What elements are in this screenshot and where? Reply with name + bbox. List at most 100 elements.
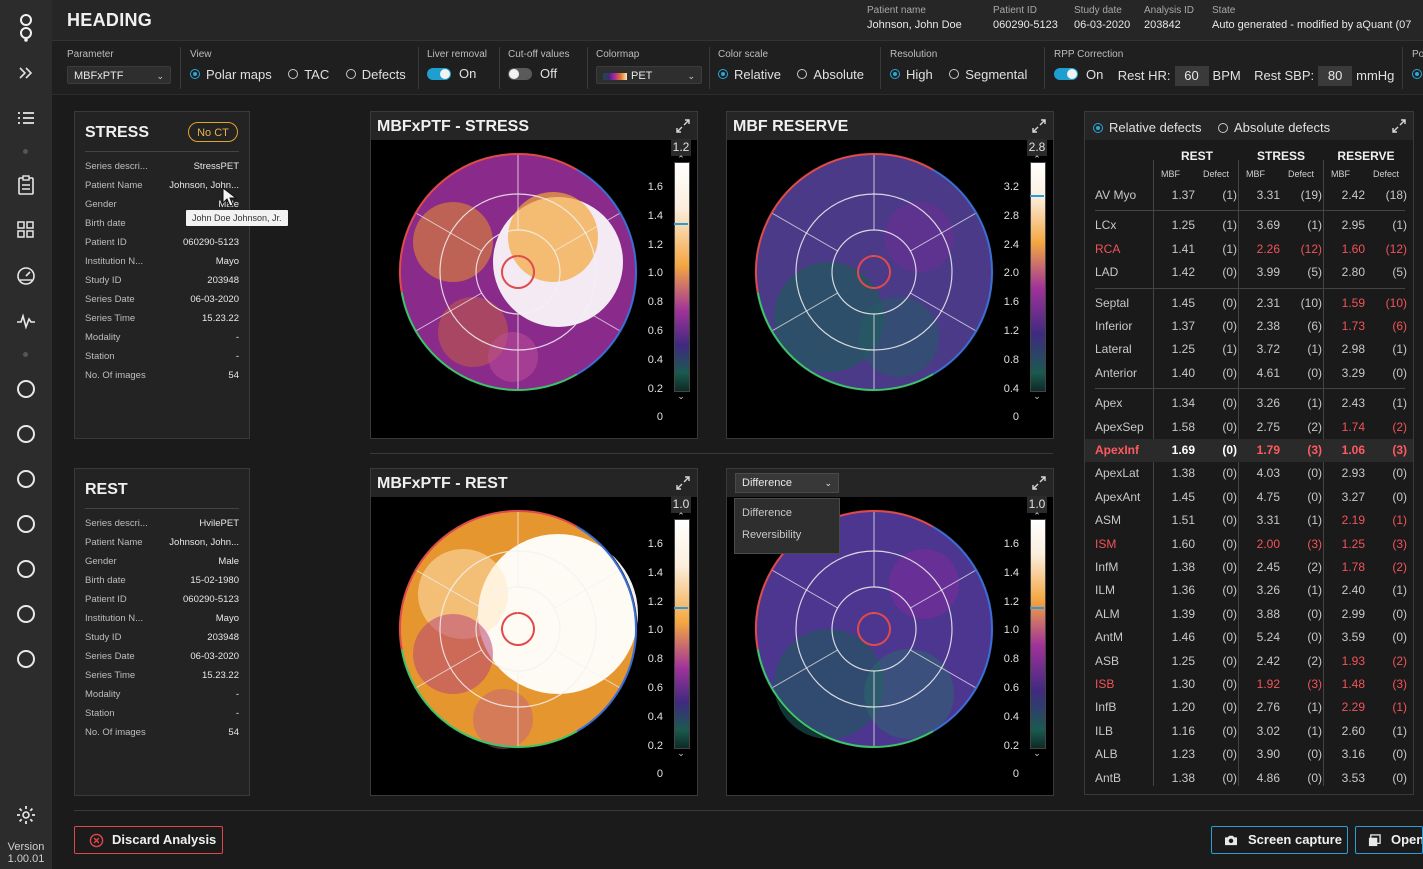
empty-slot-icon[interactable] [17, 470, 35, 488]
defect-table-row[interactable]: ApexAnt 1.45 (0) 4.75 (0) 3.27 (0) [1085, 486, 1413, 509]
color-scale-marker[interactable] [674, 606, 688, 609]
reserve-polar-map[interactable] [749, 147, 999, 397]
gear-icon[interactable] [16, 805, 36, 825]
no-ct-badge[interactable]: No CT [188, 122, 238, 142]
defect-table-row[interactable]: ApexInf 1.69 (0) 1.79 (3) 1.06 (3) [1085, 439, 1413, 462]
stress-color-scale[interactable]: 1.2 ⌃ ⌄ [671, 139, 691, 406]
parameter-select[interactable]: MBFxPTF ⌄ [67, 66, 171, 84]
rest-sbp-unit: mmHg [1356, 68, 1395, 83]
defect-value: (0) [1392, 747, 1407, 762]
defect-table-row[interactable]: ILB 1.16 (0) 3.02 (1) 2.60 (1) [1085, 720, 1413, 743]
defect-table-row[interactable]: LAD 1.42 (0) 3.99 (5) 2.80 (5) [1085, 261, 1413, 284]
defect-table-row[interactable]: Anterior 1.40 (0) 4.61 (0) 3.29 (0) [1085, 362, 1413, 385]
resolution-high-radio[interactable]: High [890, 67, 933, 82]
rest-hr-input[interactable]: 60 [1174, 66, 1209, 86]
defect-table-row[interactable]: ASB 1.25 (0) 2.42 (2) 1.93 (2) [1085, 650, 1413, 673]
defect-table-row[interactable]: LCx 1.25 (1) 3.69 (1) 2.95 (1) [1085, 214, 1413, 237]
chevron-down-icon[interactable]: ⌄ [671, 391, 691, 402]
chevron-up-icon[interactable]: ⌃ [671, 154, 691, 165]
menu-item-reversibility[interactable]: Reversibility [735, 524, 839, 546]
defect-table-row[interactable]: ISM 1.60 (0) 2.00 (3) 1.25 (3) [1085, 533, 1413, 556]
defect-value: (0) [1222, 419, 1237, 434]
mbf-value: 2.76 [1256, 700, 1280, 715]
stress-polar-map[interactable] [393, 147, 643, 397]
expand-icon[interactable] [675, 475, 691, 491]
chevron-up-icon[interactable]: ⌃ [1027, 154, 1047, 165]
defect-table-row[interactable]: ApexSep 1.58 (0) 2.75 (2) 1.74 (2) [1085, 416, 1413, 439]
empty-slot-icon[interactable] [17, 515, 35, 533]
expand-sidebar-icon[interactable] [16, 63, 36, 83]
info-value: 54 [228, 370, 239, 381]
defect-table-row[interactable]: Septal 1.45 (0) 2.31 (10) 1.59 (10) [1085, 292, 1413, 315]
rest-polar-map[interactable] [393, 504, 643, 754]
discard-analysis-button[interactable]: Discard Analysis [74, 826, 223, 854]
clipboard-icon[interactable] [16, 175, 36, 195]
open-button[interactable]: Open [1355, 826, 1423, 854]
color-scale-relative-radio[interactable]: Relative [718, 67, 781, 82]
chevron-down-icon[interactable]: ⌄ [1027, 748, 1047, 759]
subheader-defect: Defect [1288, 169, 1315, 179]
dashboard-icon[interactable] [16, 266, 36, 286]
colorbar-tick-label: 1.2 [1003, 325, 1019, 337]
list-icon[interactable] [16, 108, 36, 128]
defect-table-row[interactable]: Apex 1.34 (0) 3.26 (1) 2.43 (1) [1085, 392, 1413, 415]
defect-table-row[interactable]: RCA 1.41 (1) 2.26 (12) 1.60 (12) [1085, 238, 1413, 261]
relative-defects-radio[interactable]: Relative defects [1093, 120, 1202, 135]
empty-slot-icon[interactable] [17, 380, 35, 398]
expand-icon[interactable] [1031, 475, 1047, 491]
rest-sbp-input[interactable]: 80 [1318, 66, 1353, 86]
defect-table-row[interactable]: ALB 1.23 (0) 3.90 (0) 3.16 (0) [1085, 743, 1413, 766]
menu-item-difference[interactable]: Difference [735, 502, 839, 524]
rpp-toggle[interactable]: On [1054, 67, 1103, 82]
resolution-segmental-radio[interactable]: Segmental [949, 67, 1027, 82]
expand-icon[interactable] [675, 118, 691, 134]
stress-series-card: STRESS No CT Series descri... StressPET Pa… [74, 111, 250, 439]
defect-value: (1) [1307, 583, 1322, 598]
view-defects-radio[interactable]: Defects [345, 67, 406, 82]
color-scale-marker[interactable] [1030, 606, 1044, 609]
toolbar: Parameter MBFxPTF ⌄ View Polar maps TAC D… [52, 41, 1423, 95]
cutoff-toggle[interactable]: Off [508, 66, 557, 81]
defect-table-row[interactable]: InfM 1.38 (0) 2.45 (2) 1.78 (2) [1085, 556, 1413, 579]
empty-slot-icon[interactable] [17, 605, 35, 623]
colormap-select[interactable]: PET ⌄ [596, 66, 702, 84]
defect-table-row[interactable]: Lateral 1.25 (1) 3.72 (1) 2.98 (1) [1085, 338, 1413, 361]
defect-value: (3) [1307, 677, 1322, 691]
chevron-down-icon[interactable]: ⌄ [671, 748, 691, 759]
defect-table-row[interactable]: Inferior 1.37 (0) 2.38 (6) 1.73 (6) [1085, 315, 1413, 338]
defect-table-row[interactable]: AV Myo 1.37 (1) 3.31 (19) 2.42 (18) [1085, 184, 1413, 207]
empty-slot-icon[interactable] [17, 560, 35, 578]
grid-icon[interactable] [16, 220, 36, 240]
defect-table-row[interactable]: ApexLat 1.38 (0) 4.03 (0) 2.93 (0) [1085, 462, 1413, 485]
expand-icon[interactable] [1391, 118, 1407, 134]
defect-table-row[interactable]: ALM 1.39 (0) 3.88 (0) 2.99 (0) [1085, 603, 1413, 626]
pulse-icon[interactable] [16, 311, 36, 331]
defect-table-row[interactable]: InfB 1.20 (0) 2.76 (1) 2.29 (1) [1085, 696, 1413, 719]
empty-slot-icon[interactable] [17, 425, 35, 443]
liver-removal-toggle[interactable]: On [427, 66, 476, 81]
color-scale-marker[interactable] [1030, 195, 1044, 198]
rest-color-scale[interactable]: 1.0 ⌃ ⌄ [671, 496, 691, 763]
chevron-up-icon[interactable]: ⌃ [1027, 511, 1047, 522]
diff-color-scale[interactable]: 1.0 ⌃ ⌄ [1027, 496, 1047, 763]
chevron-down-icon[interactable]: ⌄ [1027, 391, 1047, 402]
mbf-value: 3.59 [1341, 630, 1365, 645]
screen-capture-button[interactable]: Screen capture [1211, 826, 1348, 854]
defect-table-row[interactable]: ISB 1.30 (0) 1.92 (3) 1.48 (3) [1085, 673, 1413, 696]
reserve-color-scale[interactable]: 2.8 ⌃ ⌄ [1027, 139, 1047, 406]
color-scale-marker[interactable] [674, 222, 688, 225]
defect-table-row[interactable]: AntM 1.46 (0) 5.24 (0) 3.59 (0) [1085, 626, 1413, 649]
difference-select[interactable]: Difference ⌄ [735, 473, 839, 493]
empty-slot-icon[interactable] [17, 650, 35, 668]
colorbar-tick-label: 0 [656, 411, 663, 424]
color-scale-absolute-radio[interactable]: Absolute [797, 67, 864, 82]
chevron-up-icon[interactable]: ⌃ [671, 511, 691, 522]
truncated-radio[interactable] [1412, 69, 1423, 79]
defect-table-row[interactable]: ILM 1.36 (0) 3.26 (1) 2.40 (1) [1085, 579, 1413, 602]
expand-icon[interactable] [1031, 118, 1047, 134]
defect-table-row[interactable]: AntB 1.38 (0) 4.86 (0) 3.53 (0) [1085, 767, 1413, 790]
view-polar-radio[interactable]: Polar maps [190, 67, 272, 82]
view-tac-radio[interactable]: TAC [288, 67, 329, 82]
defect-table-row[interactable]: ASM 1.51 (0) 3.31 (1) 2.19 (1) [1085, 509, 1413, 532]
absolute-defects-radio[interactable]: Absolute defects [1218, 120, 1330, 135]
